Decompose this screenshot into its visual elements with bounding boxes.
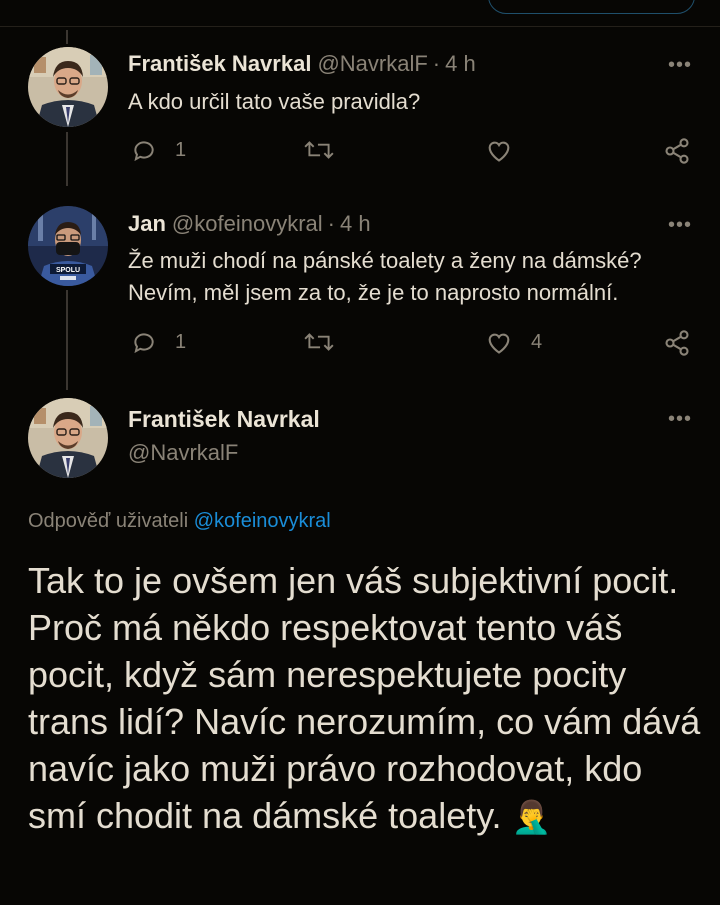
author-handle[interactable]: @kofeinovykral <box>172 211 323 237</box>
reply-mention-link[interactable]: @kofeinovykral <box>194 510 331 532</box>
tweet-actions: 1 4 <box>128 329 698 361</box>
thread-line <box>66 290 68 390</box>
reply-label: Odpověď uživateli <box>28 510 189 532</box>
author-name[interactable]: František Navrkal <box>128 406 320 433</box>
tweet-text-line: Že muži chodí na pánské toalety a ženy n… <box>128 248 642 273</box>
reply-icon <box>131 329 157 355</box>
tweet-actions: 1 <box>128 137 698 169</box>
share-button[interactable] <box>663 329 691 357</box>
separator: · <box>327 211 335 236</box>
more-icon[interactable]: ••• <box>668 214 692 237</box>
timestamp[interactable]: 4 h <box>340 211 371 237</box>
facepalm-emoji-icon: 🤦‍♂️ <box>511 799 552 835</box>
reply-count: 1 <box>175 330 187 353</box>
like-icon <box>485 137 513 163</box>
top-bar <box>0 0 720 27</box>
author-name[interactable]: František Navrkal <box>128 51 311 77</box>
avatar[interactable]: SPOLU <box>28 206 108 286</box>
avatar-badge: SPOLU <box>56 267 80 274</box>
reply-count: 1 <box>175 138 187 161</box>
tweet-text: A kdo určil tato vaše pravidla? <box>128 89 421 114</box>
reply-button[interactable]: 1 <box>131 137 186 163</box>
tweet-text: Že muži chodí na pánské toalety a ženy n… <box>128 245 698 309</box>
share-icon <box>663 137 691 165</box>
author-name[interactable]: Jan <box>128 211 166 237</box>
avatar[interactable] <box>28 398 108 478</box>
reply-context: Odpověď uživateli @kofeinovykral <box>28 510 331 533</box>
author-handle[interactable]: @NavrkalF <box>317 51 427 77</box>
more-icon[interactable]: ••• <box>668 408 692 431</box>
more-icon[interactable]: ••• <box>668 54 692 77</box>
main-tweet-body: Tak to je ovšem jen váš subjektivní poci… <box>28 560 701 836</box>
separator: · <box>432 51 441 76</box>
thread-line <box>66 30 68 44</box>
like-count: 4 <box>531 330 543 353</box>
share-button[interactable] <box>663 137 691 165</box>
tweet-text-line: Nevím, měl jsem za to, že je to naprosto… <box>128 280 619 305</box>
main-tweet-text: Tak to je ovšem jen váš subjektivní poci… <box>28 557 708 841</box>
like-button[interactable]: 4 <box>485 329 542 355</box>
avatar[interactable] <box>28 47 108 127</box>
thread-line <box>66 132 68 186</box>
reply-button[interactable]: 1 <box>131 329 186 355</box>
top-action-button[interactable] <box>488 0 695 14</box>
share-icon <box>663 329 691 357</box>
like-icon <box>485 329 513 355</box>
timestamp[interactable]: 4 h <box>445 51 476 77</box>
tweet-header: František Navrkal @NavrkalF · 4 h <box>128 51 476 77</box>
retweet-icon <box>303 137 335 163</box>
author-handle[interactable]: @NavrkalF <box>128 440 238 466</box>
tweet-header: Jan @kofeinovykral · 4 h <box>128 211 371 237</box>
reply-icon <box>131 137 157 163</box>
retweet-button[interactable] <box>303 137 335 163</box>
retweet-icon <box>303 329 335 355</box>
like-button[interactable] <box>485 137 513 163</box>
retweet-button[interactable] <box>303 329 335 355</box>
